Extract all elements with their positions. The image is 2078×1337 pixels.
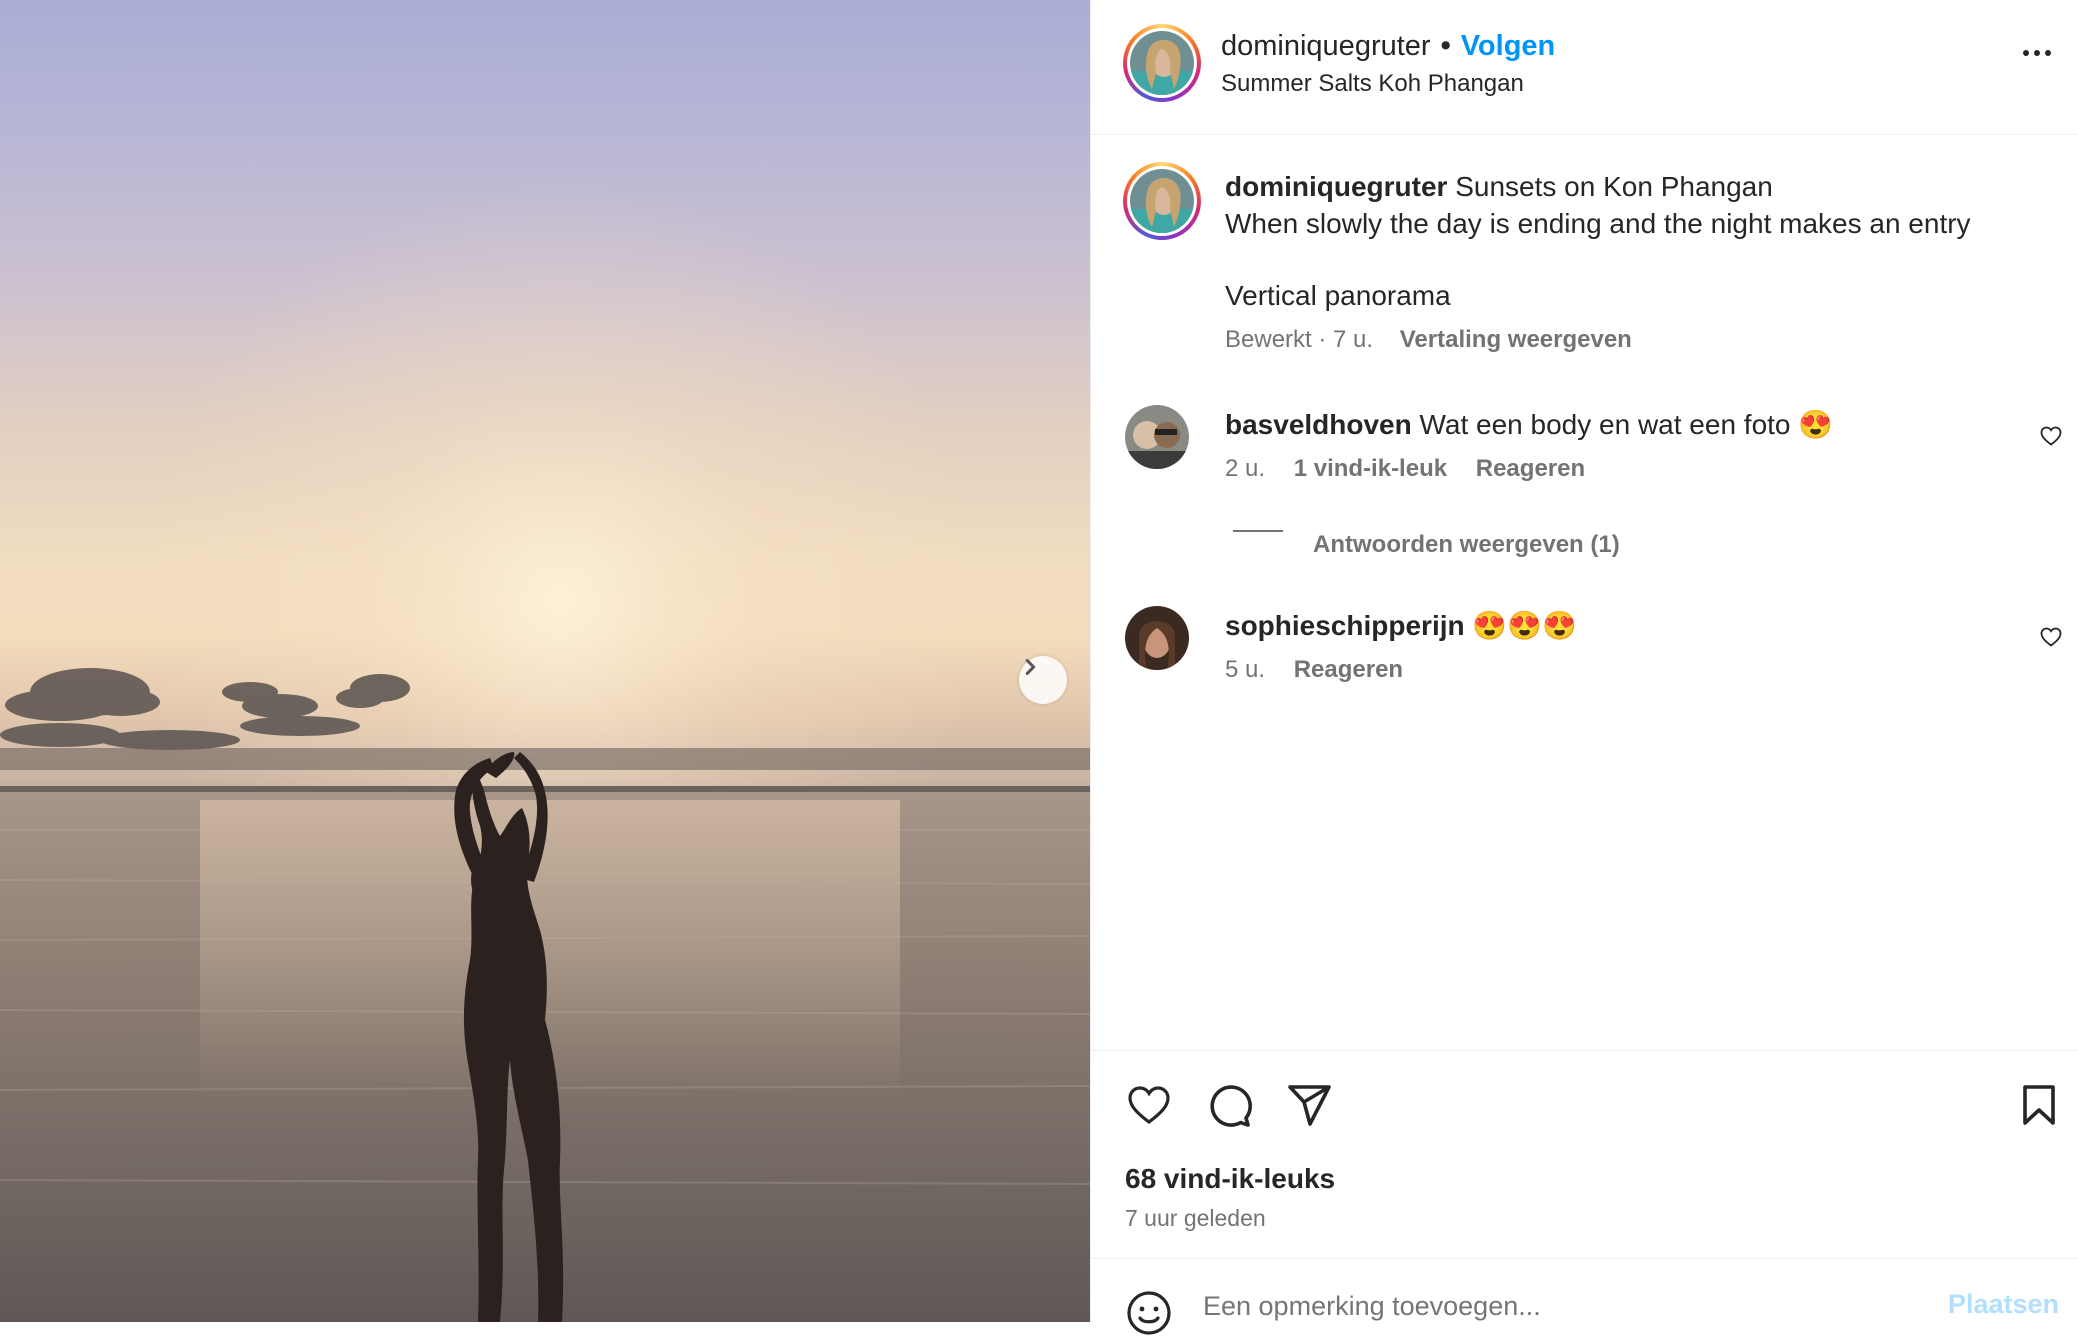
comment-time: 2 u. [1225,455,1266,482]
profile-picture [1130,31,1194,95]
profile-picture [1125,405,1189,469]
comment-bubble-icon[interactable] [1205,1081,1253,1129]
next-photo-button[interactable] [1019,656,1067,704]
profile-picture [1130,169,1194,233]
profile-picture [1125,606,1189,670]
comment-text: Wat een body en wat een foto 😍 [1419,409,1834,440]
sunset-beach-image [0,0,1090,1322]
caption-username[interactable]: dominiquegruter [1225,171,1447,202]
paper-plane-icon[interactable] [1285,1081,1333,1129]
like-comment-heart-icon[interactable] [2039,424,2063,448]
translate-link[interactable]: Vertaling weergeven [1400,326,1632,353]
author-username[interactable]: dominiquegruter [1221,30,1431,62]
comment-username[interactable]: basveldhoven [1225,409,1412,440]
separator-dot: • [1440,30,1451,62]
caption-meta: Bewerkt · 7 u. [1225,326,1374,353]
commenter-avatar[interactable] [1125,405,1189,469]
comment: basveldhoven Wat een body en wat een fot… [1225,406,1985,483]
post-timestamp: 7 uur geleden [1125,1205,1266,1231]
comment-likes[interactable]: 1 vind-ik-leuk [1294,455,1447,482]
comment: sophieschipperijn 😍😍😍 5 u. Reageren [1225,607,1985,684]
post-details-panel: dominiquegruter • Volgen Summer Salts Koh … [1090,0,2078,1335]
chevron-right-icon [1025,659,1036,675]
commenter-avatar[interactable] [1125,606,1189,670]
author-avatar[interactable] [1123,24,1201,102]
post-header: dominiquegruter • Volgen Summer Salts Koh … [1091,0,2078,135]
caption-avatar[interactable] [1123,162,1201,240]
heart-icon[interactable] [1125,1081,1173,1129]
caption-line-2: When slowly the day is ending and the ni… [1225,208,1971,239]
comment-text: 😍😍😍 [1472,610,1577,641]
caption: dominiquegruter Sunsets on Kon Phangan W… [1225,168,2045,354]
location-link[interactable]: Summer Salts Koh Phangan [1221,70,1524,98]
comment-input[interactable] [1201,1285,1895,1327]
replies-line [1233,530,1283,532]
view-replies-button[interactable]: Antwoorden weergeven (1) [1313,531,1620,559]
caption-line-1: Sunsets on Kon Phangan [1455,171,1773,202]
smiley-icon[interactable] [1125,1289,1173,1337]
post-comment-button[interactable]: Plaatsen [1948,1289,2059,1320]
follow-button[interactable]: Volgen [1461,30,1556,62]
reply-button[interactable]: Reageren [1476,455,1585,482]
comment-time: 5 u. [1225,656,1266,683]
caption-line-3: Vertical panorama [1225,280,1451,311]
add-comment-bar: Plaatsen [1091,1258,2078,1335]
like-count[interactable]: 68 vind-ik-leuks [1125,1163,1335,1195]
like-comment-heart-icon[interactable] [2039,625,2063,649]
comment-username[interactable]: sophieschipperijn [1225,610,1465,641]
reply-button[interactable]: Reageren [1294,656,1403,683]
post-actions: 68 vind-ik-leuks 7 uur geleden [1091,1050,2078,1231]
more-options-icon[interactable] [2023,50,2051,56]
post-photo [0,0,1090,1322]
bookmark-icon[interactable] [2015,1081,2063,1129]
